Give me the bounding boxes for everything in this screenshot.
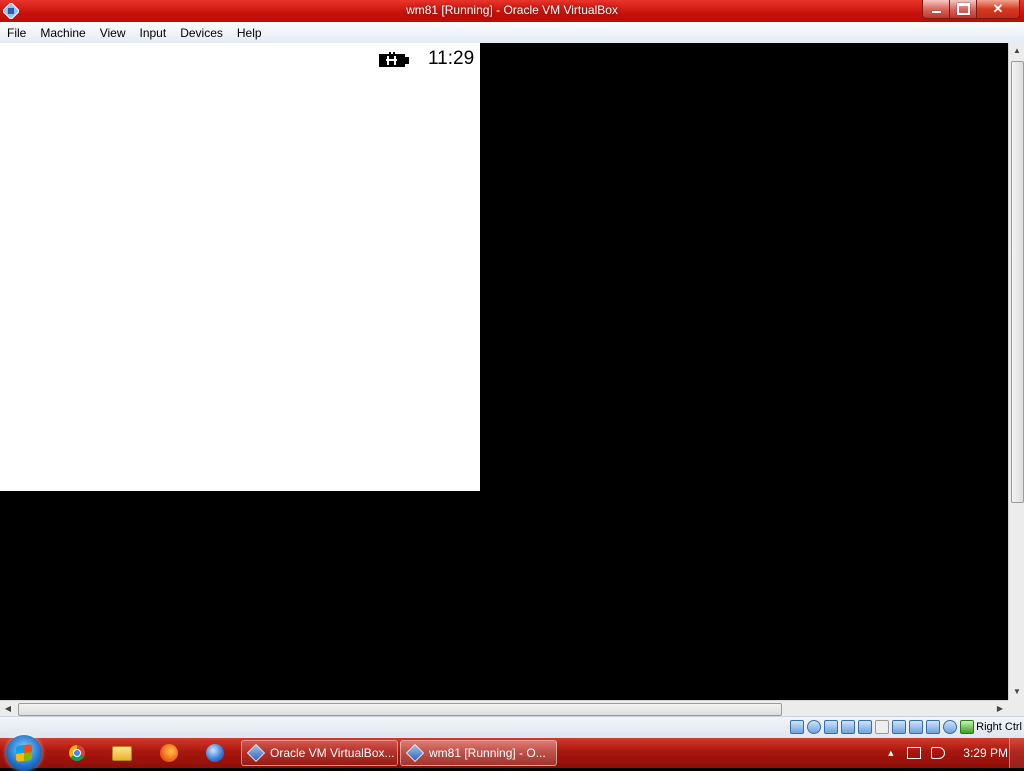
show-desktop-button[interactable] <box>1009 738 1024 768</box>
maximize-button[interactable] <box>949 0 977 19</box>
video-capture-icon[interactable] <box>926 720 940 734</box>
tray-clock[interactable]: 3:29 PM <box>963 746 1008 760</box>
taskbar-pin-browser[interactable] <box>203 741 227 765</box>
display-icon[interactable] <box>892 720 906 734</box>
menu-machine[interactable]: Machine <box>33 23 92 43</box>
scroll-up-arrow-icon[interactable]: ▲ <box>1009 43 1024 59</box>
hard-disk-icon[interactable] <box>790 720 804 734</box>
window-titlebar: wm81 [Running] - Oracle VM VirtualBox ✕ <box>0 0 1024 22</box>
virtualbox-icon <box>405 743 425 763</box>
status-icons <box>790 720 974 734</box>
virtualbox-icon <box>246 743 266 763</box>
battery-charging-icon <box>379 52 409 67</box>
minimize-icon <box>931 11 941 13</box>
host-key-label[interactable]: Right Ctrl <box>976 721 1022 733</box>
taskbar-pin-firefox[interactable] <box>157 741 181 765</box>
horizontal-scroll-thumb[interactable] <box>18 703 782 716</box>
taskbar-pin-explorer[interactable] <box>110 741 134 765</box>
minimize-button[interactable] <box>922 0 950 19</box>
vertical-scroll-thumb[interactable] <box>1011 61 1024 503</box>
guest-clock: 11:29 <box>428 48 475 69</box>
network-tray-icon[interactable] <box>907 747 922 759</box>
scroll-right-arrow-icon[interactable]: ▶ <box>992 701 1008 717</box>
volume-muted-icon[interactable] <box>931 747 946 759</box>
task-label: Oracle VM VirtualBox... <box>270 746 395 760</box>
show-hidden-icons-button[interactable]: ▲ <box>886 748 895 758</box>
guest-screen[interactable]: 11:29 <box>0 43 480 491</box>
system-tray: ▲ 3:29 PM <box>886 738 1008 768</box>
mouse-integration-icon[interactable] <box>960 720 974 734</box>
capture-icon[interactable] <box>909 720 923 734</box>
network-icon[interactable] <box>841 720 855 734</box>
taskbar-task-vm-window[interactable]: wm81 [Running] - O... <box>400 740 557 766</box>
menu-view[interactable]: View <box>93 23 133 43</box>
browser-icon <box>206 744 224 762</box>
taskbar-task-virtualbox-manager[interactable]: Oracle VM VirtualBox... <box>241 740 398 766</box>
menu-bar: File Machine View Input Devices Help <box>0 22 1024 44</box>
chrome-icon <box>69 745 85 761</box>
start-button[interactable] <box>6 735 42 771</box>
vertical-scrollbar[interactable]: ▲ ▼ <box>1008 43 1024 700</box>
vm-status-bar: Right Ctrl <box>0 716 1024 739</box>
scroll-left-arrow-icon[interactable]: ◀ <box>0 701 16 717</box>
taskbar: Oracle VM VirtualBox... wm81 [Running] -… <box>0 735 1024 771</box>
task-label: wm81 [Running] - O... <box>429 746 546 760</box>
close-button[interactable]: ✕ <box>976 0 1020 19</box>
optical-drive-icon[interactable] <box>807 720 821 734</box>
vm-display[interactable]: 11:29 <box>0 43 1008 700</box>
firefox-icon <box>160 744 178 762</box>
menu-input[interactable]: Input <box>133 23 174 43</box>
usb-icon[interactable] <box>858 720 872 734</box>
horizontal-scrollbar[interactable]: ◀ ▶ <box>0 700 1008 717</box>
scrollbar-corner <box>1008 700 1024 716</box>
menu-devices[interactable]: Devices <box>173 23 230 43</box>
close-icon: ✕ <box>992 1 1004 16</box>
scroll-down-arrow-icon[interactable]: ▼ <box>1009 684 1024 700</box>
window-title: wm81 [Running] - Oracle VM VirtualBox <box>406 3 618 17</box>
restore-icon <box>956 3 970 15</box>
windows-start-icon <box>16 744 32 762</box>
menu-help[interactable]: Help <box>230 23 269 43</box>
window-controls: ✕ <box>922 0 1020 19</box>
virtualization-icon[interactable] <box>943 720 957 734</box>
shared-folders-icon[interactable] <box>875 720 889 734</box>
audio-icon[interactable] <box>824 720 838 734</box>
menu-file[interactable]: File <box>0 23 33 43</box>
taskbar-pin-chrome[interactable] <box>65 741 89 765</box>
explorer-folder-icon <box>112 745 132 761</box>
